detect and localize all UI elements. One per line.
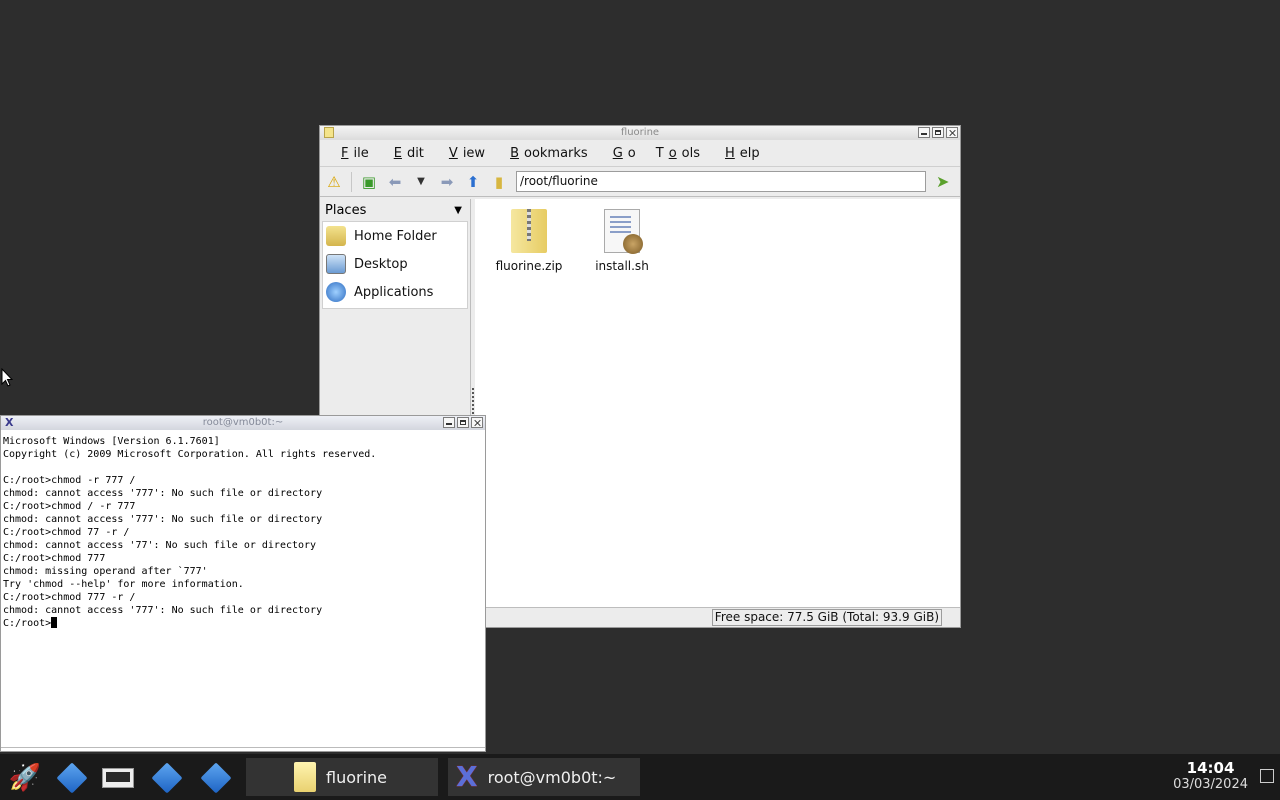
back-arrow-icon[interactable]: ⬅ <box>384 171 406 193</box>
new-window-icon[interactable]: ▣ <box>358 171 380 193</box>
places-list: Home Folder Desktop Applications <box>322 221 468 309</box>
clock-date: 03/03/2024 <box>1173 777 1248 792</box>
terminal-line: C:/root>chmod 77 -r / <box>3 527 130 538</box>
terminal-line: Try 'chmod --help' for more information. <box>3 579 244 590</box>
menu-tools[interactable]: To ols <box>646 146 710 161</box>
file-name: fluorine.zip <box>495 259 563 273</box>
sidebar-item-home-folder[interactable]: Home Folder <box>323 222 467 250</box>
location-input[interactable]: /root/fluorine <box>516 171 926 192</box>
file-view[interactable]: fluorine.zip install.sh <box>475 199 960 607</box>
terminal-line: chmod: cannot access '77': No such file … <box>3 540 317 551</box>
toolbar: ⚠ ▣ ⬅ ▼ ➡ ⬆ ▮ /root/fluorine ➤ <box>320 167 960 197</box>
menubar: File Edit View Bookmarks Go To ols Help <box>320 140 960 167</box>
sidebar-resize-handle[interactable] <box>472 388 474 418</box>
maximize-button[interactable] <box>457 417 469 428</box>
terminal-prompt: C:/root> <box>3 618 52 629</box>
file-manager-titlebar[interactable]: fluorine <box>320 126 960 140</box>
task-button-fluorine[interactable]: fluorine <box>246 758 438 796</box>
xterm-icon: X <box>456 760 478 793</box>
statusbar: Free space: 77.5 GiB (Total: 93.9 GiB) <box>475 607 960 627</box>
applications-icon <box>326 282 346 302</box>
sidebar-item-desktop[interactable]: Desktop <box>323 250 467 278</box>
show-desktop-icon[interactable] <box>1260 769 1274 783</box>
terminal-output[interactable]: Microsoft Windows [Version 6.1.7601] Copy… <box>1 430 485 747</box>
terminal-line: chmod: cannot access '777': No such file… <box>3 605 323 616</box>
terminal-line: C:/root>chmod 777 -r / <box>3 592 136 603</box>
terminal-window[interactable]: X root@vm0b0t:~ Microsoft Windows [Versi… <box>0 415 486 752</box>
terminal-line: Copyright (c) 2009 Microsoft Corporation… <box>3 449 377 460</box>
xterm-icon: X <box>5 416 14 429</box>
chevron-down-icon[interactable]: ▼ <box>454 205 462 216</box>
terminal-line: Microsoft Windows [Version 6.1.7601] <box>3 436 220 447</box>
terminal-line: chmod: cannot access '777': No such file… <box>3 514 323 525</box>
clock-time: 14:04 <box>1186 759 1235 777</box>
warning-icon[interactable]: ⚠ <box>323 171 345 193</box>
terminal-line: ​ <box>3 461 483 474</box>
menu-file[interactable]: File <box>326 146 379 161</box>
terminal-line: chmod: cannot access '777': No such file… <box>3 488 323 499</box>
file-item-fluorine-zip[interactable]: fluorine.zip <box>489 203 569 273</box>
places-header[interactable]: Places ▼ <box>320 199 470 221</box>
mouse-pointer-icon <box>1 367 14 392</box>
menu-view[interactable]: View <box>434 146 495 161</box>
terminal-prompt-line[interactable]: C:/root> <box>3 617 483 630</box>
desktop-icon <box>326 254 346 274</box>
shell-script-icon <box>604 209 643 254</box>
app-launcher-1-icon[interactable] <box>53 759 91 797</box>
go-arrow-icon[interactable]: ➤ <box>936 172 949 191</box>
terminal-title: root@vm0b0t:~ <box>202 417 284 428</box>
location-folder-icon: ▮ <box>494 172 504 191</box>
close-button[interactable] <box>946 127 958 138</box>
clock[interactable]: 14:04 03/03/2024 <box>1173 759 1248 792</box>
terminal-search-launcher-icon[interactable] <box>99 759 137 797</box>
terminal-scrollbar[interactable] <box>1 747 485 751</box>
menu-edit[interactable]: Edit <box>379 146 434 161</box>
task-button-terminal[interactable]: X root@vm0b0t:~ <box>448 758 640 796</box>
terminal-line: chmod: missing operand after `777' <box>3 566 208 577</box>
maximize-button[interactable] <box>932 127 944 138</box>
toolbar-separator <box>351 171 352 192</box>
terminal-line: C:/root>chmod / -r 777 <box>3 501 136 512</box>
text-cursor <box>51 617 58 628</box>
home-folder-icon <box>326 226 346 246</box>
menu-help[interactable]: Help <box>710 146 770 161</box>
terminal-titlebar[interactable]: X root@vm0b0t:~ <box>1 416 485 430</box>
minimize-button[interactable] <box>918 127 930 138</box>
menu-go[interactable]: Go <box>598 146 646 161</box>
folder-icon <box>294 762 316 792</box>
terminal-line: C:/root>chmod -r 777 / <box>3 475 136 486</box>
window-title: fluorine <box>620 127 660 138</box>
minimize-button[interactable] <box>443 417 455 428</box>
free-space-status: Free space: 77.5 GiB (Total: 93.9 GiB) <box>711 609 942 626</box>
app-launcher-2-icon[interactable] <box>148 759 186 797</box>
file-item-install-sh[interactable]: install.sh <box>582 203 662 273</box>
sidebar-item-applications[interactable]: Applications <box>323 278 467 306</box>
menu-bookmarks[interactable]: Bookmarks <box>495 146 598 161</box>
file-name: install.sh <box>595 259 649 273</box>
zip-archive-icon <box>511 209 547 253</box>
close-button[interactable] <box>471 417 483 428</box>
history-dropdown-icon[interactable]: ▼ <box>410 171 432 193</box>
rocket-launcher-icon[interactable]: 🚀 <box>6 759 44 797</box>
folder-app-icon <box>324 127 334 138</box>
forward-arrow-icon[interactable]: ➡ <box>436 171 458 193</box>
taskbar: 🚀 fluorine X root@vm0b0t:~ 14:04 03/03/2… <box>0 754 1280 800</box>
terminal-line: C:/root>chmod 777 <box>3 553 106 564</box>
up-arrow-icon[interactable]: ⬆ <box>462 171 484 193</box>
app-launcher-3-icon[interactable] <box>197 759 235 797</box>
